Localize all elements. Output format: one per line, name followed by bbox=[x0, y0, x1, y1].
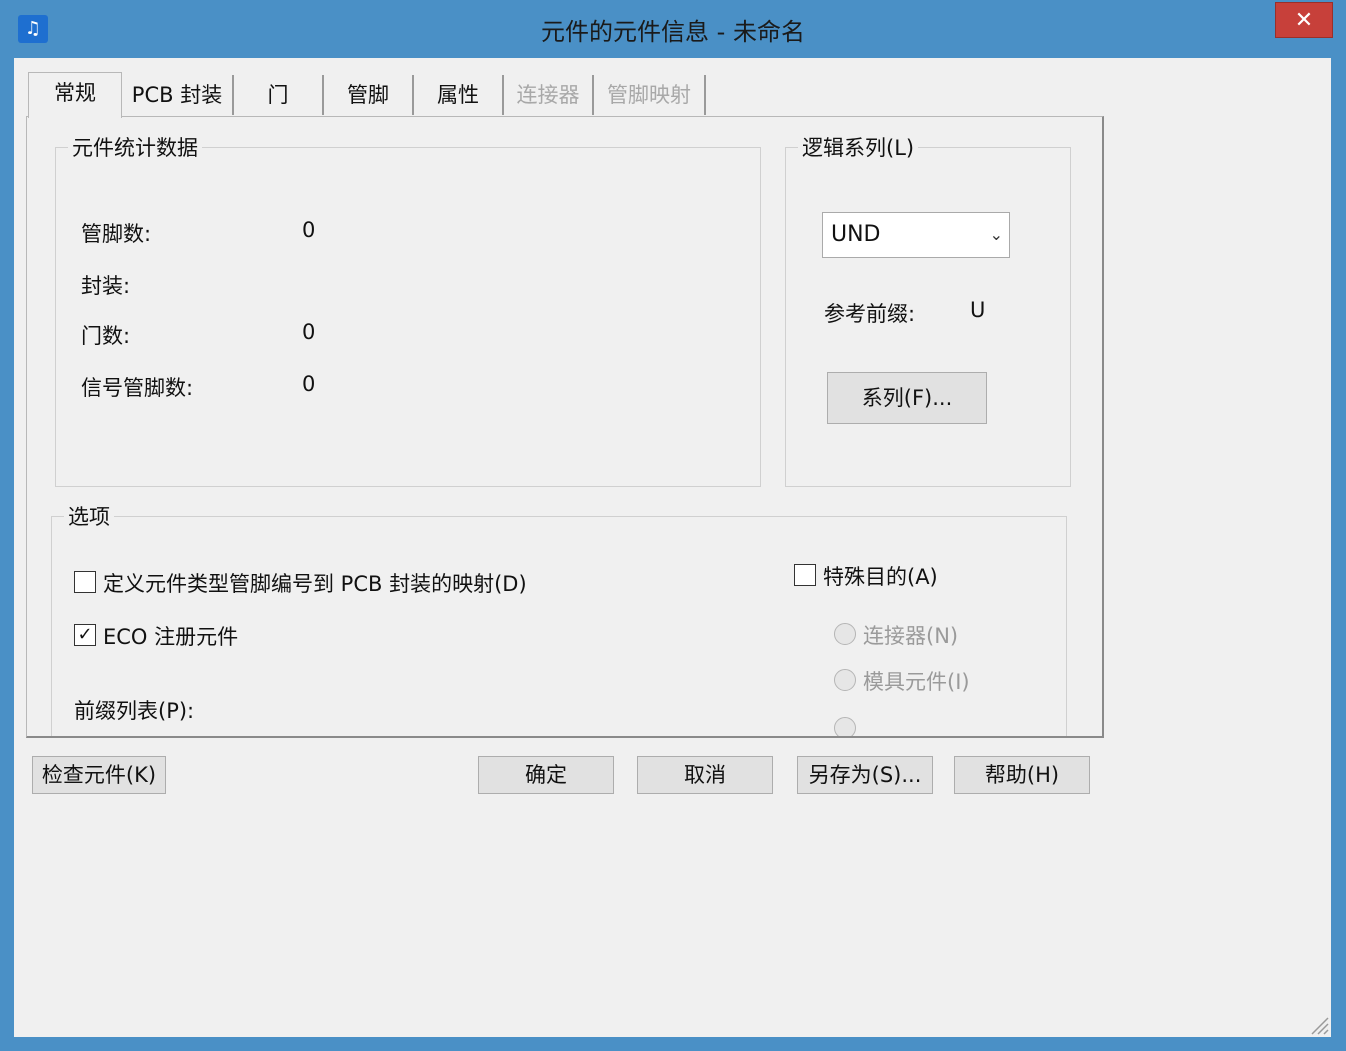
pin-count-label: 管脚数: bbox=[81, 222, 152, 246]
logic-family-select[interactable]: UND ⌄ bbox=[822, 212, 1010, 258]
check-part-button[interactable]: 检查元件(K) bbox=[32, 756, 166, 794]
tab-pin-mapping: 管脚映射 bbox=[594, 75, 706, 115]
tab-attributes[interactable]: 属性 bbox=[414, 75, 504, 115]
ref-prefix-label: 参考前缀: bbox=[824, 302, 916, 326]
eco-register-checkbox[interactable]: ✓ bbox=[74, 624, 96, 646]
dialog-client-area: 常规 PCB 封装 门 管脚 属性 连接器 管脚映射 元件统计数据 管脚数: 0… bbox=[14, 58, 1331, 1037]
logic-family-group: 逻辑系列(L) UND ⌄ 参考前缀: U 系列(F)... bbox=[785, 132, 1071, 487]
connector-radio bbox=[834, 623, 856, 645]
special-purpose-label[interactable]: 特殊目的(A) bbox=[823, 561, 938, 591]
signal-pin-count-label: 信号管脚数: bbox=[81, 376, 194, 400]
gate-count-label: 门数: bbox=[81, 324, 131, 348]
eco-register-label[interactable]: ECO 注册元件 bbox=[103, 621, 238, 651]
close-button[interactable]: ✕ bbox=[1275, 2, 1333, 38]
save-as-button[interactable]: 另存为(S)... bbox=[797, 756, 933, 794]
options-group: 选项 定义元件类型管脚编号到 PCB 封装的映射(D) ✓ ECO 注册元件 前… bbox=[51, 501, 1067, 736]
tab-connector: 连接器 bbox=[504, 75, 594, 115]
stats-group: 元件统计数据 管脚数: 0 封装: 门数: 0 信号管脚数: 0 bbox=[55, 132, 761, 487]
chevron-down-icon: ⌄ bbox=[989, 225, 1003, 244]
pin-count-value: 0 bbox=[302, 218, 316, 242]
define-mapping-label[interactable]: 定义元件类型管脚编号到 PCB 封装的映射(D) bbox=[103, 568, 527, 598]
dialog-window: ♫ 元件的元件信息 - 未命名 ✕ 常规 PCB 封装 门 管脚 属性 连接器 … bbox=[0, 0, 1346, 1051]
help-button[interactable]: 帮助(H) bbox=[954, 756, 1090, 794]
close-icon: ✕ bbox=[1294, 8, 1314, 33]
tab-gates[interactable]: 门 bbox=[234, 75, 324, 115]
define-mapping-checkbox[interactable] bbox=[74, 571, 96, 593]
family-button[interactable]: 系列(F)... bbox=[827, 372, 987, 424]
connector-radio-label: 连接器(N) bbox=[863, 624, 959, 648]
cancel-button[interactable]: 取消 bbox=[637, 756, 773, 794]
special-purpose-checkbox[interactable] bbox=[794, 564, 816, 586]
ref-prefix-value: U bbox=[970, 298, 986, 322]
ok-button[interactable]: 确定 bbox=[478, 756, 614, 794]
die-component-radio bbox=[834, 669, 856, 691]
window-title: 元件的元件信息 - 未命名 bbox=[541, 18, 805, 46]
options-title: 选项 bbox=[64, 501, 114, 531]
prefix-list-label: 前缀列表(P): bbox=[74, 699, 195, 723]
stats-group-title: 元件统计数据 bbox=[68, 132, 202, 162]
logic-family-selected: UND bbox=[831, 222, 881, 247]
signal-pin-count-value: 0 bbox=[302, 372, 316, 396]
decal-label: 封装: bbox=[81, 274, 131, 298]
check-icon: ✓ bbox=[77, 624, 93, 645]
resize-grip-icon[interactable] bbox=[1307, 1013, 1329, 1035]
tab-general[interactable]: 常规 bbox=[28, 72, 122, 118]
gate-count-value: 0 bbox=[302, 320, 316, 344]
partial-radio bbox=[834, 717, 856, 736]
logic-family-title: 逻辑系列(L) bbox=[798, 132, 919, 162]
die-component-radio-label: 模具元件(I) bbox=[863, 670, 970, 694]
general-tab-panel: 元件统计数据 管脚数: 0 封装: 门数: 0 信号管脚数: 0 逻辑系列(L)… bbox=[26, 116, 1104, 738]
tab-pins[interactable]: 管脚 bbox=[324, 75, 414, 115]
tab-pcb-decal[interactable]: PCB 封装 bbox=[122, 75, 234, 115]
title-bar[interactable]: ♫ 元件的元件信息 - 未命名 ✕ bbox=[0, 0, 1346, 58]
